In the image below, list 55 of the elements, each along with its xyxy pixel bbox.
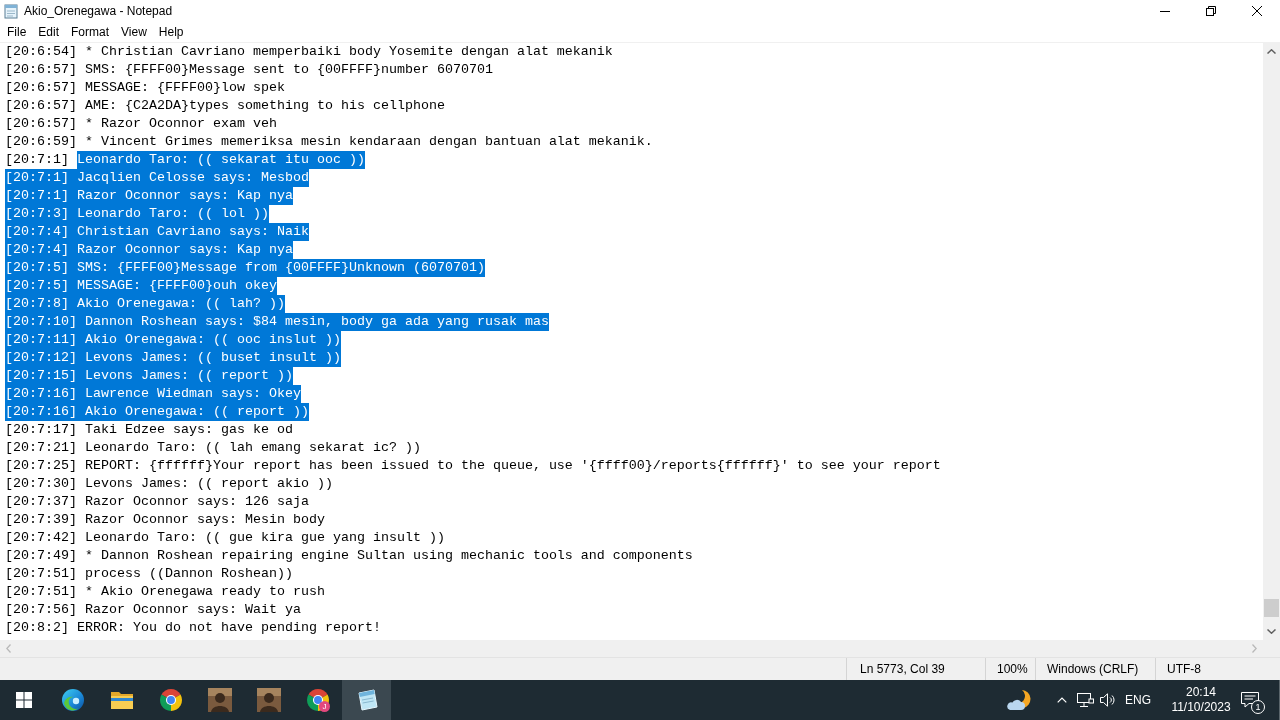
vertical-scrollbar[interactable] <box>1263 43 1280 640</box>
minimize-icon <box>1160 10 1170 12</box>
close-icon <box>1252 6 1262 16</box>
menu-item[interactable]: File <box>1 23 33 41</box>
language-indicator[interactable]: ENG <box>1122 693 1154 707</box>
text-line: [20:7:37] Razor Oconnor says: 126 saja <box>5 493 309 511</box>
text-line: [20:7:51] process ((Dannon Roshean)) <box>5 565 293 583</box>
text-line: [20:7:25] REPORT: {ffffff}Your report has been issued to the queue, use '{ffff00}/reports{ffffff}' to see your report <box>5 457 941 475</box>
profile-badge: J <box>319 701 330 712</box>
text-line: [20:7:51] * Akio Orenegawa ready to rush <box>5 583 325 601</box>
text-line: [20:6:57] * Razor Oconnor exam veh <box>5 115 277 133</box>
notification-button[interactable]: 1 <box>1232 680 1268 720</box>
text-line: [20:7:49] * Dannon Roshean repairing engine Sultan using mechanic tools and components <box>5 547 693 565</box>
menu-item[interactable]: Format <box>65 23 116 41</box>
zoom-level: 100% <box>997 662 1028 676</box>
line-ending: Windows (CRLF) <box>1047 662 1139 676</box>
speaker-icon[interactable] <box>1100 693 1116 707</box>
tricolor-circle-icon <box>159 689 182 711</box>
cursor-position: Ln 5773, Col 39 <box>860 662 945 676</box>
text-line: [20:7:42] Leonardo Taro: (( gue kira gue yang insult )) <box>5 529 445 547</box>
notepad-icon <box>355 689 378 711</box>
encoding: UTF-8 <box>1167 662 1201 676</box>
window-title: Akio_Orenegawa - Notepad <box>24 4 173 18</box>
text-line: [20:7:30] Levons James: (( report akio )) <box>5 475 333 493</box>
text-line: [20:7:1] Leonardo Taro: (( sekarat itu ooc )) <box>5 151 365 169</box>
network-icon[interactable] <box>1077 692 1094 708</box>
text-line: [20:7:17] Taki Edzee says: gas ke od <box>5 421 293 439</box>
text-line: [20:7:39] Razor Oconnor says: Mesin body <box>5 511 325 529</box>
chevron-down-icon[interactable] <box>1267 629 1276 634</box>
notification-count: 1 <box>1251 700 1265 714</box>
scrollbar-thumb[interactable] <box>1264 599 1279 617</box>
taskbar-button[interactable]: J <box>293 680 342 720</box>
clock-time[interactable]: 20:14 <box>1186 685 1216 700</box>
restore-icon <box>1206 6 1216 16</box>
portrait-tile-icon <box>256 688 281 712</box>
swirl-icon <box>60 688 85 712</box>
text-line: [20:6:59] * Vincent Grimes memeriksa mesin kendaraan dengan bantuan alat mekanik. <box>5 133 653 151</box>
notepad-icon <box>4 3 18 19</box>
folder-icon <box>109 690 134 710</box>
taskbar-button[interactable] <box>342 680 391 720</box>
text-line: [20:7:21] Leonardo Taro: (( lah emang sekarat ic? )) <box>5 439 421 457</box>
speech-bubble-icon <box>1241 692 1259 708</box>
windows-logo-icon <box>16 692 32 708</box>
portrait-tile-icon <box>207 688 232 712</box>
menu-item[interactable]: Edit <box>32 23 66 41</box>
text-line: [20:8:2] ERROR: You do not have pending report! <box>5 619 381 637</box>
menu-item[interactable]: View <box>115 23 153 41</box>
text-line: [20:6:57] MESSAGE: {FFFF00}low spek <box>5 79 285 97</box>
moon-cloud-icon[interactable] <box>1007 689 1031 711</box>
text-line: [20:6:57] SMS: {FFFF00}Message sent to {00FFFF}number 6070701 <box>5 61 493 79</box>
text-line: [20:7:56] Razor Oconnor says: Wait ya <box>5 601 301 619</box>
text-line: [20:6:54] * Christian Cavriano memperbaiki body Yosemite dengan alat mekanik <box>5 43 613 61</box>
text-line: [20:6:57] AME: {C2A2DA}types something to his cellphone <box>5 97 445 115</box>
clock-date[interactable]: 11/10/2023 <box>1171 700 1231 715</box>
menu-item[interactable]: Help <box>152 23 190 41</box>
